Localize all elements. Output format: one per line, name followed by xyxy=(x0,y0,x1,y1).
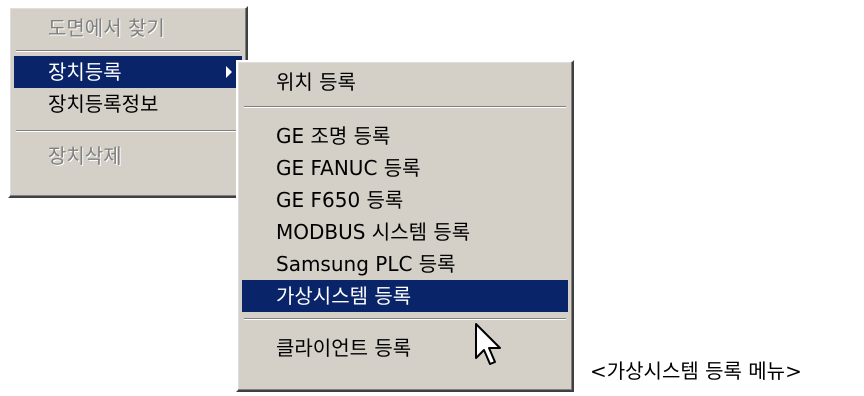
context-menu: 도면에서 찾기 장치등록 장치등록정보 장치삭제 xyxy=(8,6,248,198)
submenu-item-ge-fanuc-register[interactable]: GE FANUC 등록 xyxy=(242,152,568,184)
submenu-separator xyxy=(244,106,566,108)
submenu-item-ge-lighting-register[interactable]: GE 조명 등록 xyxy=(242,120,568,152)
menu-separator xyxy=(16,130,240,132)
submenu-item-modbus-register[interactable]: MODBUS 시스템 등록 xyxy=(242,216,568,248)
submenu-item-samsung-plc-register[interactable]: Samsung PLC 등록 xyxy=(242,248,568,280)
submenu-item-virtual-system-register[interactable]: 가상시스템 등록 xyxy=(242,280,568,312)
menu-item-device-info[interactable]: 장치등록정보 xyxy=(14,88,242,120)
submenu-item-location-register[interactable]: 위치 등록 xyxy=(242,66,568,98)
menu-item-label: 장치등록 xyxy=(48,60,122,84)
menu-item-device-register[interactable]: 장치등록 xyxy=(14,56,242,88)
submenu-arrow-icon xyxy=(226,66,232,78)
arrow-pointer-icon xyxy=(475,323,501,365)
device-register-submenu: 위치 등록 GE 조명 등록 GE FANUC 등록 GE F650 등록 MO… xyxy=(236,60,574,392)
submenu-item-client-register[interactable]: 클라이언트 등록 xyxy=(242,332,568,364)
submenu-item-ge-f650-register[interactable]: GE F650 등록 xyxy=(242,184,568,216)
figure-caption: <가상시스템 등록 메뉴> xyxy=(590,359,802,383)
menu-item-device-delete[interactable]: 장치삭제 xyxy=(14,140,242,172)
submenu-separator xyxy=(244,318,566,320)
menu-separator xyxy=(16,50,240,52)
menu-item-find-in-drawing[interactable]: 도면에서 찾기 xyxy=(14,12,242,44)
screen: 도면에서 찾기 장치등록 장치등록정보 장치삭제 위치 등록 GE 조명 등록 … xyxy=(0,0,864,396)
